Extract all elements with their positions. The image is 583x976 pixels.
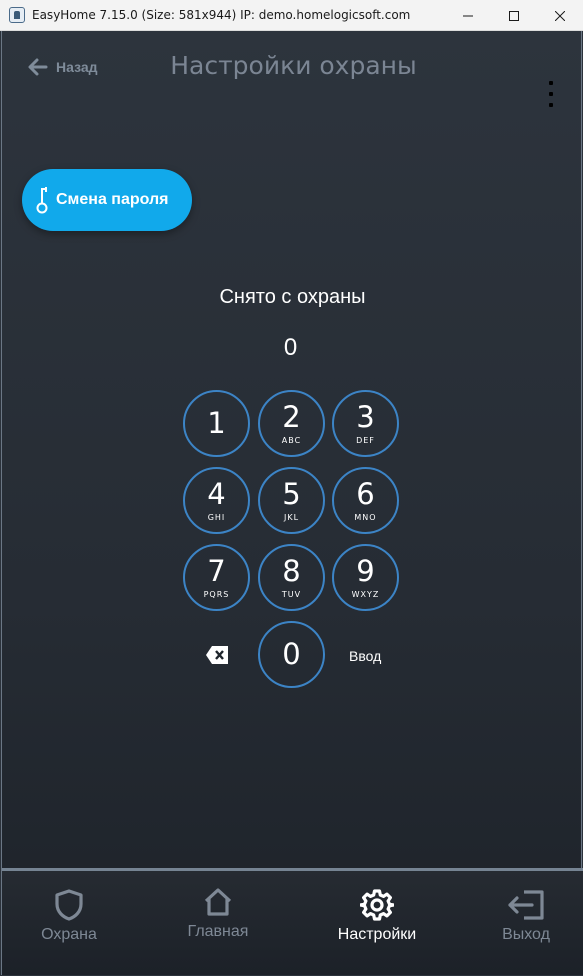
key-digit: 8: [282, 553, 301, 588]
keypad-key-5[interactable]: 5 JKL: [258, 467, 325, 534]
logout-icon: [508, 890, 544, 920]
key-digit: 5: [282, 476, 301, 511]
nav-label-home: Главная: [187, 923, 249, 940]
key-letters: PQRS: [203, 589, 230, 599]
app-icon: [9, 7, 25, 23]
window-controls: [445, 0, 583, 31]
nav-item-logout[interactable]: Выход: [461, 871, 583, 971]
key-digit: 2: [282, 399, 301, 434]
page-title-text: Настройки охраны: [170, 51, 417, 80]
keypad-key-7[interactable]: 7 PQRS: [183, 544, 250, 611]
maximize-icon[interactable]: [491, 0, 537, 31]
nav-label-logout: Выход: [502, 926, 550, 943]
nav-item-settings[interactable]: Настройки: [312, 871, 442, 971]
bottom-nav: Охрана Главная Настройки Выход: [2, 868, 583, 975]
key-digit: 0: [282, 637, 301, 671]
nav-item-security[interactable]: Охрана: [4, 871, 134, 971]
backspace-icon[interactable]: [205, 645, 229, 665]
app-window: Назад Настройки охраны Смена пароля Снят…: [1, 31, 583, 975]
key-letters: TUV: [281, 589, 302, 599]
minimize-icon[interactable]: [445, 0, 491, 31]
key-letters: MNO: [354, 512, 377, 522]
code-entry-display: 0: [283, 334, 298, 361]
change-password-button[interactable]: Смена пароля: [22, 169, 192, 231]
nav-label-security: Охрана: [41, 926, 97, 943]
keypad-key-2[interactable]: 2 ABC: [258, 390, 325, 457]
shield-icon: [55, 889, 83, 921]
keypad-key-0[interactable]: 0: [258, 621, 325, 688]
home-icon: [204, 888, 232, 916]
key-letters: WXYZ: [351, 589, 380, 599]
key-letters: DEF: [356, 435, 375, 445]
keypad-key-3[interactable]: 3 DEF: [332, 390, 399, 457]
kebab-menu-icon[interactable]: [548, 81, 554, 107]
key-letters: GHI: [207, 512, 226, 522]
key-digit: 1: [207, 406, 226, 440]
change-password-label: Смена пароля: [56, 191, 169, 208]
keypad-key-8[interactable]: 8 TUV: [258, 544, 325, 611]
window-title: EasyHome 7.15.0 (Size: 581x944) IP: demo…: [32, 8, 411, 22]
arm-status: Снято с охраны: [219, 286, 366, 308]
nav-label-settings: Настройки: [337, 926, 417, 943]
page-title: Настройки охраны: [2, 51, 583, 80]
key-digit: 3: [356, 399, 375, 434]
keypad-key-6[interactable]: 6 MNO: [332, 467, 399, 534]
gear-icon: [360, 889, 394, 921]
window-titlebar: EasyHome 7.15.0 (Size: 581x944) IP: demo…: [0, 0, 583, 31]
key-digit: 7: [207, 553, 226, 588]
key-letters: ABC: [281, 435, 302, 445]
key-icon: [36, 187, 48, 214]
close-icon[interactable]: [537, 0, 583, 31]
nav-item-home[interactable]: Главная: [153, 871, 283, 971]
key-digit: 4: [207, 476, 226, 511]
keypad-key-1[interactable]: 1: [183, 390, 250, 457]
keypad-key-9[interactable]: 9 WXYZ: [332, 544, 399, 611]
key-digit: 9: [356, 553, 375, 588]
enter-button[interactable]: Ввод: [349, 648, 381, 664]
key-letters: JKL: [283, 512, 300, 522]
key-digit: 6: [356, 476, 375, 511]
keypad-key-4[interactable]: 4 GHI: [183, 467, 250, 534]
